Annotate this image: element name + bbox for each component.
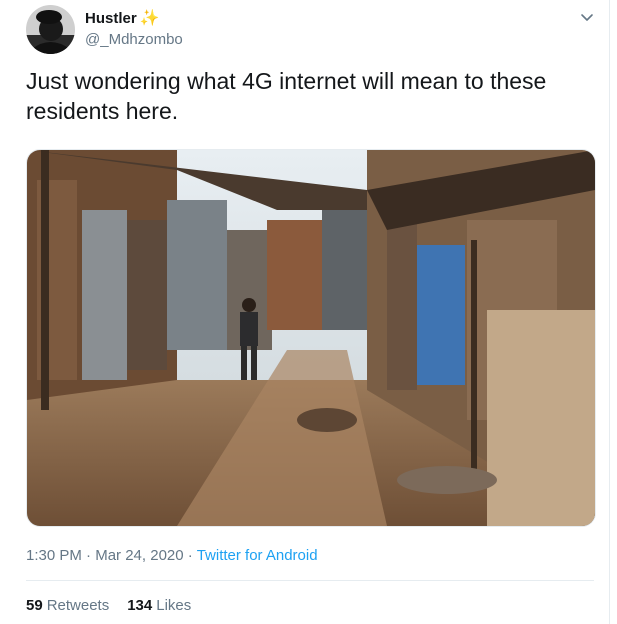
tweet-photo[interactable] [26, 149, 596, 527]
tweet-date[interactable]: Mar 24, 2020 [95, 547, 183, 564]
retweets-label: Retweets [46, 597, 110, 614]
tweet-source-link[interactable]: Twitter for Android [197, 547, 318, 564]
likes-label: Likes [156, 597, 192, 614]
user-handle[interactable]: @_Mdhzombo [85, 31, 183, 48]
tweet-time[interactable]: 1:30 PM [26, 547, 82, 564]
tweet-stats: 59 Retweets 134 Likes [26, 597, 191, 614]
sparkles-icon: ✨ [139, 9, 160, 27]
tweet-text: Just wondering what 4G internet will mea… [26, 68, 547, 124]
retweets-stat[interactable]: 59 Retweets [26, 597, 109, 614]
display-name[interactable]: Hustler [85, 10, 137, 27]
avatar[interactable] [26, 5, 75, 54]
author-name-row[interactable]: Hustler ✨ [85, 10, 160, 27]
chevron-down-icon[interactable] [579, 10, 595, 26]
meta-separator: · [187, 547, 193, 564]
tweet-timestamp-row: 1:30 PM · Mar 24, 2020 · Twitter for And… [26, 547, 318, 564]
likes-count: 134 [127, 597, 153, 614]
meta-separator: · [86, 547, 92, 564]
divider [26, 580, 594, 581]
likes-stat[interactable]: 134 Likes [127, 597, 191, 614]
tweet-card: Hustler ✨ @_Mdhzombo Just wondering what… [0, 0, 610, 624]
retweets-count: 59 [26, 597, 43, 614]
